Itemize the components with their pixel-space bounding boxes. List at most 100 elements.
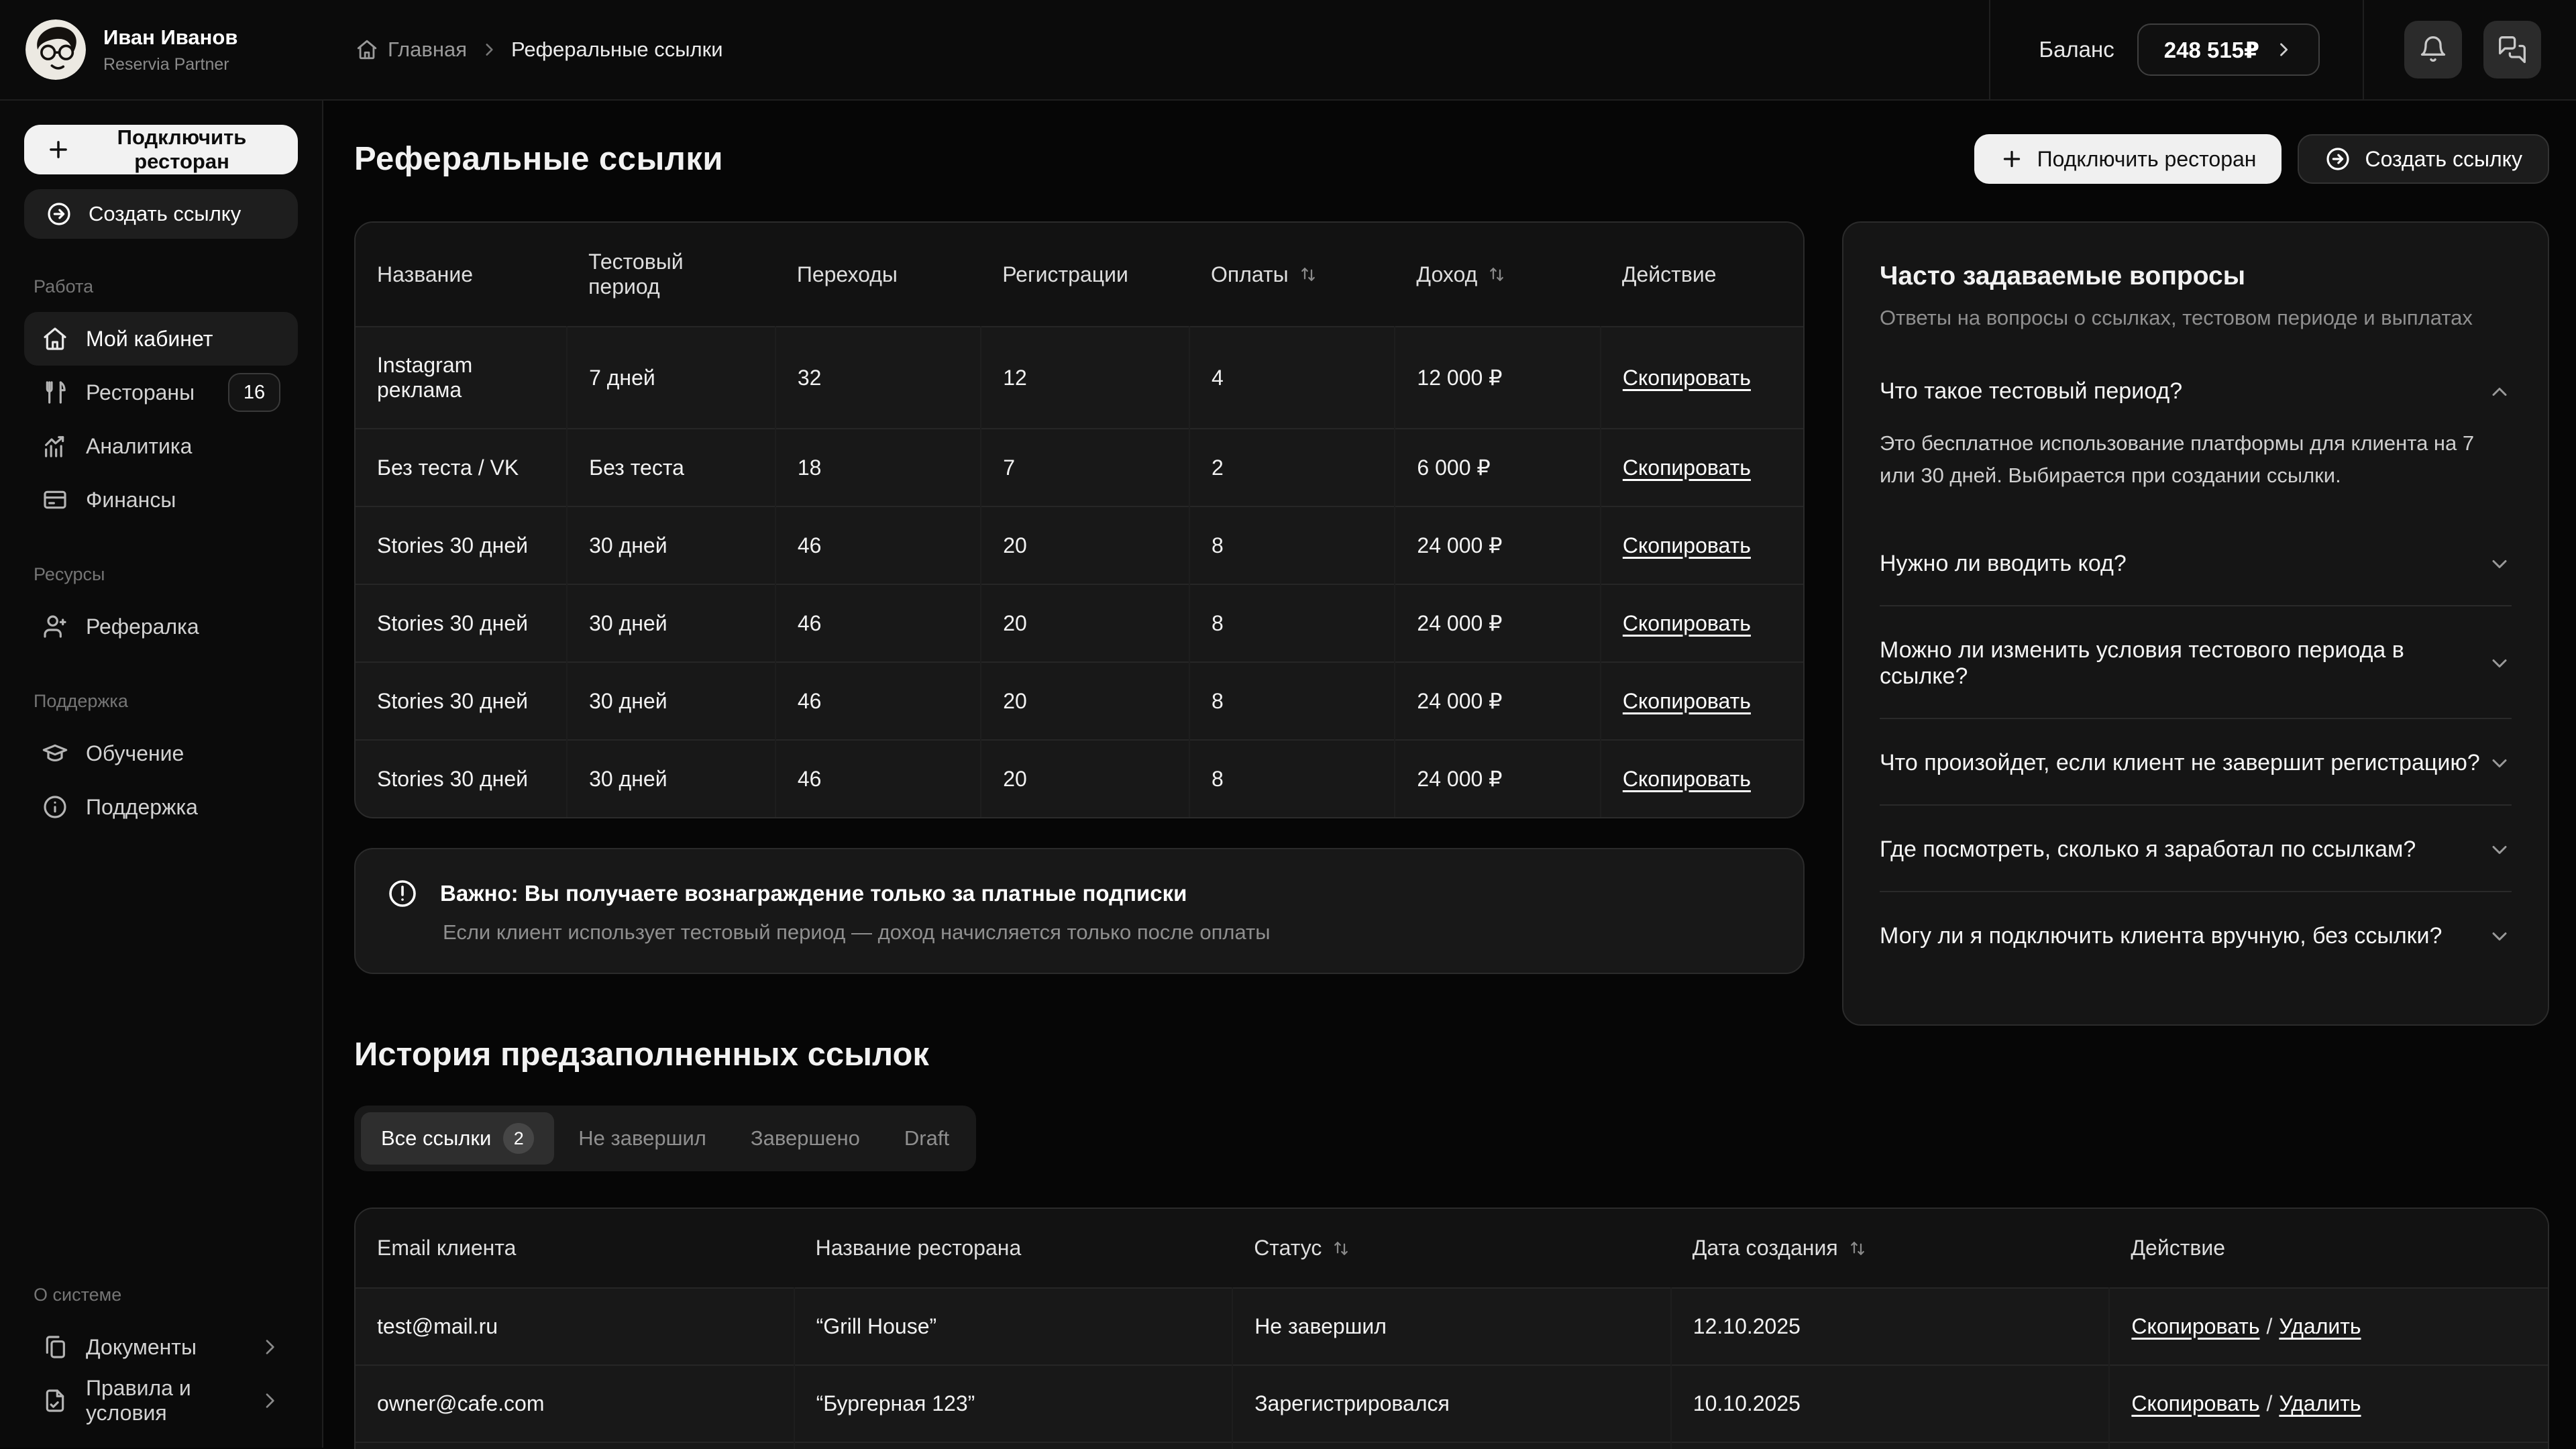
faq-item: Нужно ли вводить код? — [1880, 520, 2512, 605]
col-payments-sort[interactable]: Оплаты — [1189, 223, 1395, 327]
sidebar-item-analytics[interactable]: Аналитика — [24, 419, 298, 473]
sidebar-create-link-button[interactable]: Создать ссылку — [24, 189, 298, 239]
sidebar-item-finance[interactable]: Финансы — [24, 473, 298, 527]
delete-link[interactable]: Удалить — [2279, 1314, 2361, 1338]
alert-circle-icon — [386, 877, 419, 910]
chevron-down-icon — [2487, 924, 2512, 949]
col-action: Действие — [2109, 1209, 2548, 1288]
col-clicks: Переходы — [775, 223, 981, 327]
breadcrumb-home[interactable]: Главная — [356, 38, 467, 62]
col-email: Email клиента — [356, 1209, 794, 1288]
table-row: emailexample@gmail.com Название ресторан… — [356, 1442, 2548, 1449]
table-row: test@mail.ru “Grill House” Не завершил 1… — [356, 1288, 2548, 1365]
copy-link[interactable]: Скопировать — [1623, 455, 1751, 480]
chevron-right-icon — [259, 1336, 280, 1358]
plus-icon — [2000, 147, 2024, 171]
sort-icon — [1847, 1238, 1868, 1258]
faq-question[interactable]: Могу ли я подключить клиента вручную, бе… — [1880, 923, 2512, 949]
topbar-icons — [2364, 21, 2576, 78]
history-section-title: История предзаполненных ссылок — [354, 1036, 1805, 1073]
sidebar-item-support[interactable]: Поддержка — [24, 780, 298, 834]
faq-item: Что произойдет, если клиент не завершит … — [1880, 718, 2512, 804]
delete-link[interactable]: Удалить — [2279, 1391, 2361, 1415]
connect-restaurant-button[interactable]: Подключить ресторан — [1974, 134, 2282, 184]
sidebar-item-label: Мой кабинет — [86, 327, 213, 352]
sidebar-item-terms[interactable]: Правила и условия — [24, 1374, 298, 1428]
table-row: owner@cafe.com “Бургерная 123” Зарегистр… — [356, 1365, 2548, 1442]
user-name: Иван Иванов — [103, 25, 237, 51]
faq-subtitle: Ответы на вопросы о ссылках, тестовом пе… — [1880, 306, 2512, 330]
faq-item: Могу ли я подключить клиента вручную, бе… — [1880, 891, 2512, 977]
faq-question[interactable]: Что произойдет, если клиент не завершит … — [1880, 750, 2512, 776]
faq-question-text: Можно ли изменить условия тестового пери… — [1880, 637, 2487, 690]
chevron-right-icon — [259, 1390, 280, 1411]
faq-question-text: Нужно ли вводить код? — [1880, 551, 2127, 577]
sidebar-item-label: Правила и условия — [86, 1376, 241, 1426]
chevron-right-icon — [2274, 40, 2293, 59]
create-link-button[interactable]: Создать ссылку — [2298, 134, 2549, 184]
faq-question[interactable]: Где посмотреть, сколько я заработал по с… — [1880, 837, 2512, 863]
sidebar-item-referral[interactable]: Рефералка — [24, 600, 298, 653]
tab-count-badge: 2 — [503, 1123, 534, 1154]
copy-link[interactable]: Скопировать — [2131, 1391, 2259, 1415]
avatar — [25, 19, 86, 80]
copy-link[interactable]: Скопировать — [1623, 767, 1751, 791]
faq-question[interactable]: Можно ли изменить условия тестового пери… — [1880, 637, 2512, 690]
balance-button[interactable]: 248 515₽ — [2137, 23, 2320, 76]
notifications-button[interactable] — [2404, 21, 2462, 78]
copy-link[interactable]: Скопировать — [1623, 366, 1751, 390]
breadcrumb-home-label: Главная — [388, 38, 467, 62]
faq-answer: Это бесплатное использование платформы д… — [1880, 427, 2497, 492]
sidebar-item-documents[interactable]: Документы — [24, 1320, 298, 1374]
tab-label: Draft — [904, 1126, 949, 1150]
copy-link[interactable]: Скопировать — [1623, 689, 1751, 713]
chevron-down-icon — [2487, 651, 2512, 676]
tab-label: Не завершил — [578, 1126, 706, 1150]
tab-completed[interactable]: Завершено — [731, 1116, 880, 1161]
sidebar-item-education[interactable]: Обучение — [24, 727, 298, 780]
important-notice: Важно: Вы получаете вознаграждение тольк… — [354, 848, 1805, 974]
chevron-up-icon — [2487, 380, 2512, 404]
chevron-down-icon — [2487, 838, 2512, 862]
col-date-sort[interactable]: Дата создания — [1671, 1209, 2110, 1288]
col-income-sort[interactable]: Доход — [1395, 223, 1600, 327]
history-filter-tabs: Все ссылки 2 Не завершил Завершено Draft — [354, 1106, 976, 1171]
faq-question[interactable]: Нужно ли вводить код? — [1880, 551, 2512, 577]
sidebar-item-restaurants[interactable]: Рестораны 16 — [24, 366, 298, 419]
plus-icon — [46, 137, 71, 162]
sidebar-item-my-cabinet[interactable]: Мой кабинет — [24, 312, 298, 366]
messages-button[interactable] — [2483, 21, 2541, 78]
col-status-sort[interactable]: Статус — [1232, 1209, 1671, 1288]
copy-link[interactable]: Скопировать — [2131, 1314, 2259, 1338]
referral-links-table: Название Тестовый период Переходы Регист… — [356, 223, 1803, 817]
sidebar-connect-restaurant-button[interactable]: Подключить ресторан — [24, 125, 298, 174]
main-content: Реферальные ссылки Подключить ресторан С… — [323, 101, 2576, 1448]
table-row: Stories 30 дней 30 дней 46 20 8 24 000 ₽… — [356, 662, 1803, 740]
col-registrations: Регистрации — [981, 223, 1189, 327]
documents-icon — [42, 1334, 68, 1360]
col-action: Действие — [1601, 223, 1803, 327]
tab-all-links[interactable]: Все ссылки 2 — [361, 1112, 554, 1165]
sort-icon — [1298, 264, 1318, 284]
faq-question[interactable]: Что такое тестовый период? — [1880, 378, 2512, 405]
action-separator: / — [2267, 1314, 2273, 1338]
user-profile[interactable]: Иван Иванов Reservia Partner — [0, 19, 323, 80]
faq-item: Что такое тестовый период? Это бесплатно… — [1880, 347, 2512, 520]
faq-question-text: Где посмотреть, сколько я заработал по с… — [1880, 837, 2416, 863]
tab-not-finished[interactable]: Не завершил — [558, 1116, 727, 1161]
create-link-label: Создать ссылку — [2365, 147, 2522, 172]
user-role: Reservia Partner — [103, 55, 237, 74]
tab-draft[interactable]: Draft — [884, 1116, 969, 1161]
sidebar-item-label: Поддержка — [86, 795, 198, 820]
copy-link[interactable]: Скопировать — [1623, 533, 1751, 557]
topbar: Иван Иванов Reservia Partner Главная Реф… — [0, 0, 2576, 101]
copy-link[interactable]: Скопировать — [1623, 611, 1751, 635]
col-restaurant: Название ресторана — [794, 1209, 1233, 1288]
sidebar-about-section: О системе Документы Правила и условия — [24, 1285, 298, 1428]
balance-label: Баланс — [2039, 37, 2114, 62]
faq-title: Часто задаваемые вопросы — [1880, 262, 2512, 291]
notice-title: Важно: Вы получаете вознаграждение тольк… — [440, 881, 1187, 906]
table-row: Stories 30 дней 30 дней 46 20 8 24 000 ₽… — [356, 740, 1803, 817]
sidebar-section-work: Работа — [24, 276, 298, 297]
sidebar-section-resources: Ресурсы — [24, 564, 298, 585]
